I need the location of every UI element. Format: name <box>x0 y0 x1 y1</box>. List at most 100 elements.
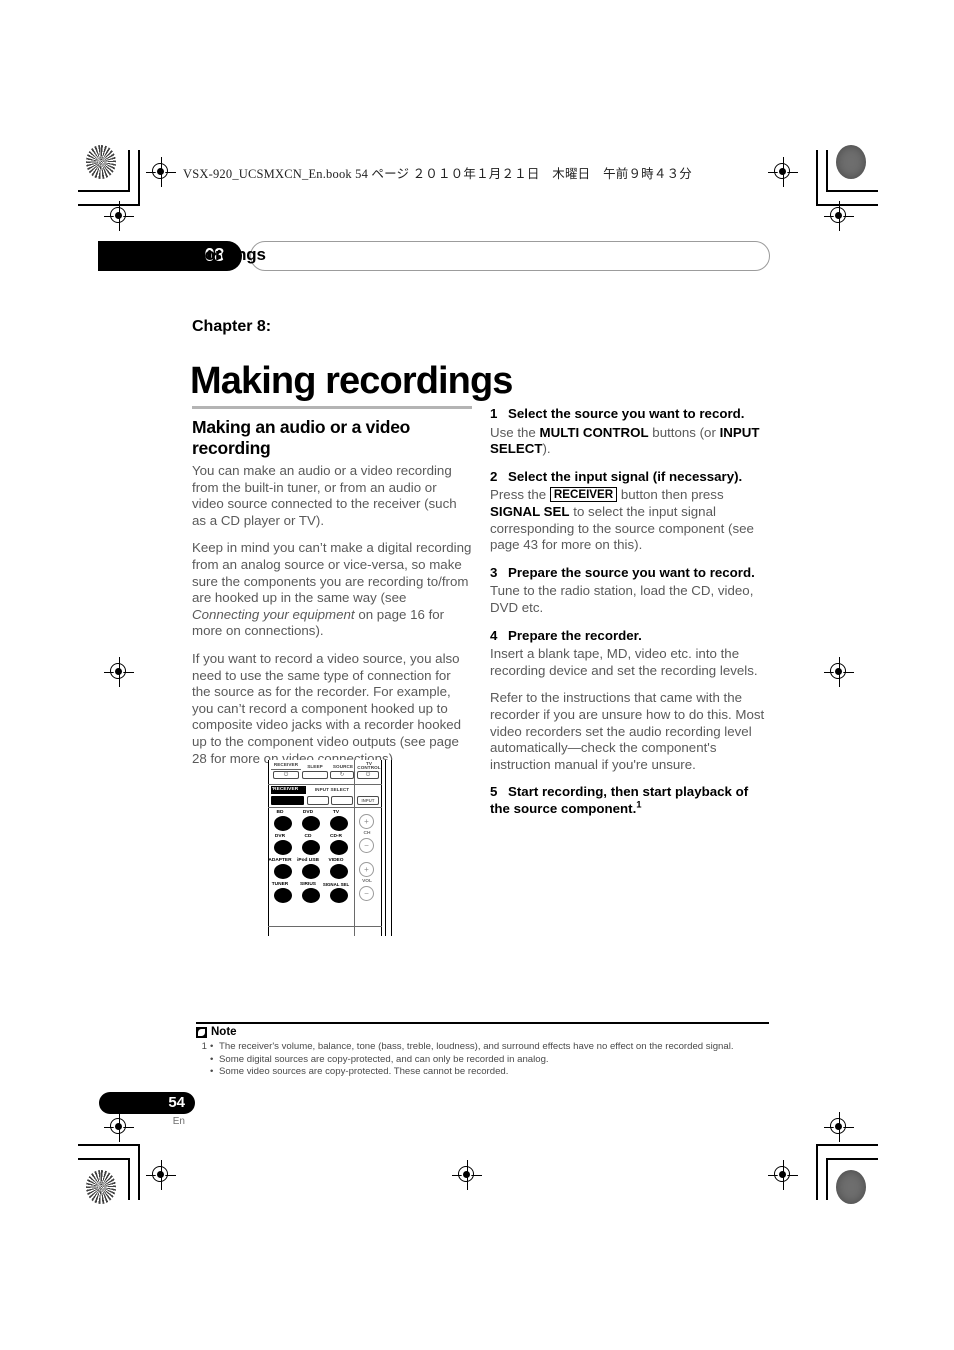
remote-label-cd-r: CD-R <box>330 834 342 839</box>
step-1-number: 1 <box>490 406 498 421</box>
remote-key-receiver[interactable] <box>271 796 304 805</box>
registration-mark-mid-right <box>824 657 854 687</box>
remote-button-dvd[interactable] <box>302 816 320 831</box>
remote-key-input-select-left[interactable] <box>307 796 329 805</box>
remote-label-vol: VOL <box>362 879 372 884</box>
step-2-title: 2 Select the input signal (if necessary). <box>490 469 770 486</box>
source-refresh-icon: ↻ <box>339 771 345 778</box>
section-rule <box>192 406 472 409</box>
step-2-title-text: Select the input signal (if necessary). <box>508 468 743 484</box>
note-item: 1 • The receiver's volume, balance, tone… <box>196 1041 771 1054</box>
remote-button-video[interactable] <box>330 864 348 879</box>
multi-control-keyword: MULTI CONTROL <box>539 424 649 440</box>
remote-button-signal-sel[interactable] <box>330 888 348 903</box>
cross-ref-connecting-equipment: Connecting your equipment <box>192 606 355 622</box>
note-footnote-number: 1 <box>201 1041 207 1052</box>
remote-button-bd[interactable] <box>274 816 292 831</box>
remote-label-tv-input: TV <box>332 810 340 815</box>
remote-button-volume-down[interactable]: − <box>359 886 374 901</box>
density-patch-bottom-right <box>836 1170 866 1204</box>
step-5-title-text: Start recording, then start playback of … <box>490 784 749 816</box>
remote-button-adapter[interactable] <box>274 864 292 879</box>
note-icon <box>196 1026 207 1038</box>
note-bullet-3: • <box>210 1066 214 1077</box>
remote-underline-receiver <box>271 769 301 770</box>
remote-label-sirius: SIRIUS <box>300 882 316 887</box>
paragraph-digital-analog-pre: Keep in mind you can’t make a digital re… <box>192 540 472 606</box>
remote-separator-vertical-top <box>354 760 355 786</box>
remote-divider-1 <box>268 784 382 785</box>
remote-button-sirius[interactable] <box>302 888 320 903</box>
right-column: 1 Select the source you want to record. U… <box>490 406 770 819</box>
registration-mark-bottom-left <box>146 1160 176 1190</box>
step-1-body-mid: buttons (or <box>648 424 720 440</box>
remote-label-tv-control: CONTROL <box>357 765 381 770</box>
remote-label-dvd: DVD <box>302 810 314 815</box>
step-5-number: 5 <box>490 784 498 800</box>
registration-mark-bottom-right <box>768 1160 798 1190</box>
remote-label-tuner: TUNER <box>271 882 289 887</box>
step-5-title: 5 Start recording, then start playback of… <box>490 784 770 817</box>
note-header: Note <box>196 1026 237 1038</box>
step-3-number: 3 <box>490 564 498 580</box>
remote-button-cd-r[interactable] <box>330 840 348 855</box>
remote-label-adapter: ADAPTER <box>268 858 292 863</box>
footnote-marker: 1 <box>636 799 642 811</box>
step-1-body: Use the MULTI CONTROL buttons (or INPUT … <box>490 425 770 458</box>
signal-sel-keyword: SIGNAL SEL <box>490 503 570 519</box>
step-4-title: 4 Prepare the recorder. <box>490 628 770 645</box>
remote-label-ch: CH <box>363 831 371 836</box>
remote-button-channel-up[interactable]: + <box>359 814 374 829</box>
paragraph-digital-analog: Keep in mind you can’t make a digital re… <box>192 540 472 640</box>
registration-mark-lower-right <box>824 1112 854 1142</box>
remote-separator-vertical-row2 <box>354 785 355 807</box>
remote-button-dvr[interactable] <box>274 840 292 855</box>
step-4-title-text: Prepare the recorder. <box>508 627 642 643</box>
paragraph-intro: You can make an audio or a video recordi… <box>192 463 457 528</box>
remote-key-sleep[interactable] <box>302 771 328 779</box>
registration-mark-top-left <box>146 157 176 187</box>
step-2-body-mid: button then press <box>617 487 724 503</box>
remote-label-video: VIDEO <box>328 858 344 863</box>
registration-mark-top-right <box>768 157 798 187</box>
note-item: • Some video sources are copy-protected.… <box>196 1066 771 1079</box>
power-icon: ⏻ <box>283 771 289 778</box>
remote-button-volume-up[interactable]: + <box>359 862 374 877</box>
remote-button-cd[interactable] <box>302 840 320 855</box>
remote-label-ipod-usb: iPod USB <box>297 858 319 863</box>
registration-mark-upper-right <box>824 201 854 231</box>
density-patch-top-right <box>836 145 866 179</box>
remote-label-bd: BD <box>276 810 284 815</box>
chapter-label: Chapter 8: <box>192 318 272 335</box>
remote-control-illustration: RECEIVER SLEEP SOURCE TV CONTROL ⏻ ↻ ⏻ R… <box>268 760 400 936</box>
step-2-body: Press the RECEIVER button then press SIG… <box>490 487 770 553</box>
left-column: Making an audio or a video recording You… <box>192 406 472 778</box>
remote-edge-line-2 <box>391 760 393 936</box>
page-language-code: En <box>172 1116 185 1127</box>
note-item-text-2: Some digital sources are copy-protected,… <box>219 1053 549 1065</box>
step-3-title-text: Prepare the source you want to record. <box>508 564 755 580</box>
note-spacer-2 <box>196 1054 210 1067</box>
running-header-title: Making recordings <box>118 245 266 264</box>
step-1-body-pre: Use the <box>490 424 540 440</box>
remote-label-dvr: DVR <box>274 834 286 839</box>
note-list: 1 • The receiver's volume, balance, tone… <box>196 1041 771 1079</box>
section-heading: Making an audio or a video recording <box>192 417 411 458</box>
note-separator-rule <box>196 1022 769 1024</box>
paragraph-video-source: If you want to record a video source, yo… <box>192 650 462 766</box>
remote-button-ipod-usb[interactable] <box>302 864 320 879</box>
page-number: 54 <box>168 1094 185 1111</box>
note-item: • Some digital sources are copy-protecte… <box>196 1054 771 1067</box>
step-3-body: Tune to the radio station, load the CD, … <box>490 583 754 615</box>
remote-button-channel-down[interactable]: − <box>359 838 374 853</box>
remote-label-signal-sel: SIGNAL SEL <box>322 882 350 887</box>
step-2-number: 2 <box>490 468 498 484</box>
remote-label-input-select: INPUT SELECT <box>314 787 350 792</box>
chapter-title-pill <box>250 241 770 271</box>
remote-label-input: INPUT <box>361 798 375 804</box>
remote-button-tv[interactable] <box>330 816 348 831</box>
step-3-title: 3 Prepare the source you want to record. <box>490 565 770 582</box>
registration-mark-bottom-center <box>452 1160 482 1190</box>
remote-key-input-select-right[interactable] <box>331 796 353 805</box>
remote-button-tuner[interactable] <box>274 888 292 903</box>
